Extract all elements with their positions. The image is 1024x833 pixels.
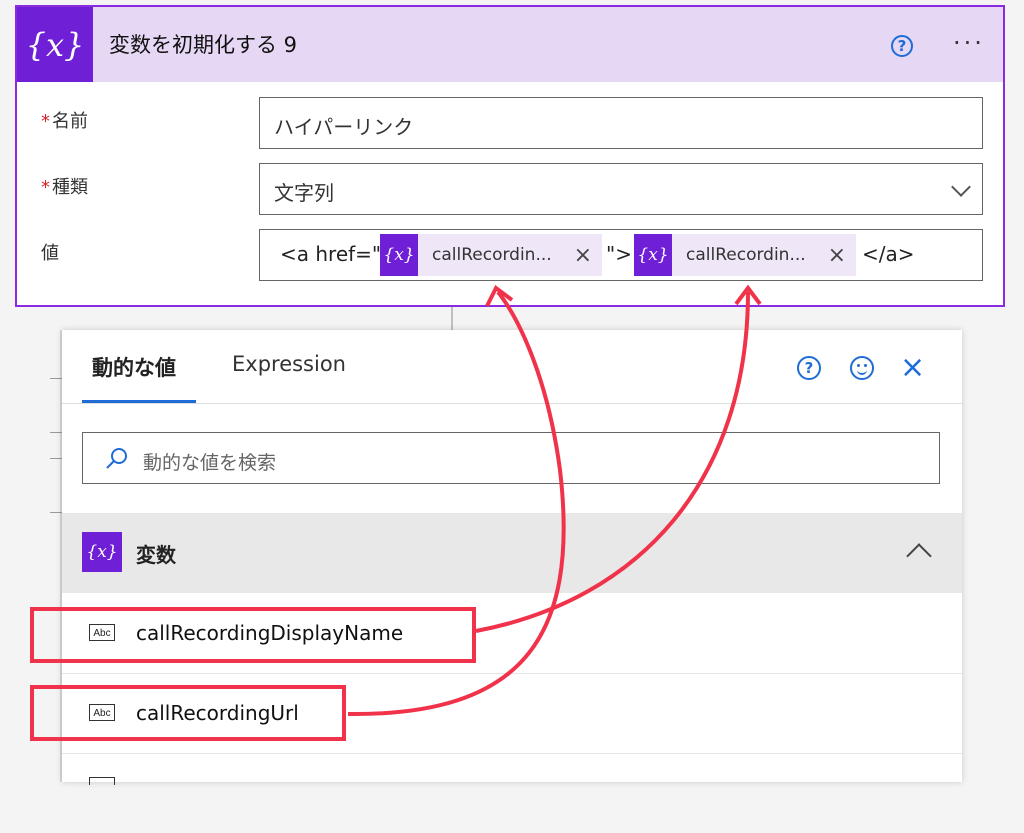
type-label: * 種類 [41, 177, 88, 198]
value-suffix-text: </a> [862, 242, 915, 266]
card-title[interactable]: 変数を初期化する 9 [109, 29, 297, 59]
token-label: callRecordin... [686, 245, 806, 265]
chevron-down-icon[interactable] [951, 177, 971, 197]
required-mark: * [41, 111, 50, 132]
initialize-variable-card: {x} 変数を初期化する 9 ? ··· * 名前 ハイパーリンク * 種類 文字列… [15, 5, 1005, 307]
divider [62, 403, 962, 404]
section-title: 変数 [136, 543, 176, 567]
token-remove-icon[interactable]: × [574, 243, 592, 268]
name-label: * 名前 [41, 111, 88, 132]
flow-tick [50, 378, 62, 379]
flow-tick [50, 458, 62, 459]
dynamic-token-url[interactable]: {x} callRecordin... × [634, 234, 856, 276]
required-mark: * [41, 177, 50, 198]
string-type-icon [89, 777, 115, 785]
card-header[interactable]: {x} 変数を初期化する 9 ? ··· [17, 7, 1003, 82]
value-prefix-text: <a href=" [280, 242, 382, 266]
variable-token-icon: {x} [634, 234, 672, 276]
search-placeholder: 動的な値を検索 [143, 452, 277, 474]
help-icon[interactable]: ? [891, 35, 913, 57]
highlight-box-display-name [30, 607, 476, 663]
tab-expression[interactable]: Expression [232, 352, 346, 376]
search-input[interactable]: 動的な値を検索 [82, 432, 940, 484]
token-label: callRecordin... [432, 245, 552, 265]
type-value: 文字列 [274, 181, 334, 205]
feedback-smile-icon[interactable] [850, 356, 874, 380]
name-input[interactable]: ハイパーリンク [259, 97, 983, 149]
variable-icon: {x} [82, 532, 122, 572]
dynamic-token-display-name[interactable]: {x} callRecordin... × [380, 234, 602, 276]
flow-tick [50, 432, 62, 433]
flow-tick [50, 512, 62, 513]
highlight-box-url [30, 685, 346, 741]
list-item-partial[interactable] [62, 753, 962, 833]
search-icon [106, 448, 127, 469]
value-label: 値 [41, 243, 59, 264]
more-options-icon[interactable]: ··· [953, 29, 985, 57]
value-middle-text: "> [606, 242, 632, 266]
tab-dynamic-content[interactable]: 動的な値 [92, 352, 176, 382]
token-remove-icon[interactable]: × [828, 243, 846, 268]
variable-icon: {x} [17, 7, 93, 82]
type-select[interactable]: 文字列 [259, 163, 983, 215]
chevron-up-icon[interactable] [906, 543, 932, 569]
value-input[interactable]: <a href=" {x} callRecordin... × "> {x} c… [259, 229, 983, 281]
variable-token-icon: {x} [380, 234, 418, 276]
name-value: ハイパーリンク [274, 115, 414, 139]
help-icon[interactable]: ? [797, 356, 821, 380]
close-icon[interactable]: × [900, 350, 925, 385]
variables-section-header[interactable]: {x} 変数 [62, 513, 962, 593]
